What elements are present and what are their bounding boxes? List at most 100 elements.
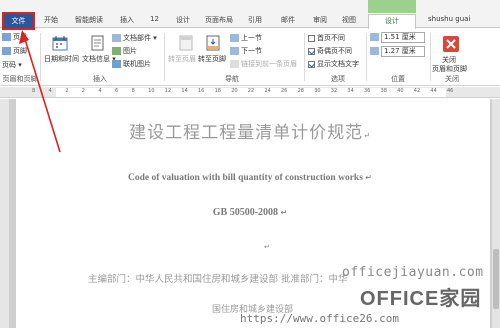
tab-12[interactable]: 12 xyxy=(150,15,159,28)
ribbon-tab-bar: 文件 开始 智能朗读 插入 12 设计 页面布局 引用 邮件 审阅 视图 设计 … xyxy=(0,0,500,29)
previous-section-label: 上一节 xyxy=(241,34,262,42)
ruler-number: 4 xyxy=(48,88,52,94)
group-close-label: 关闭 xyxy=(445,75,459,83)
group-header-footer-label: 页眉和页脚 xyxy=(2,75,38,83)
scroll-thumb[interactable] xyxy=(493,249,499,309)
different-odd-even-checkbox[interactable]: 奇偶页不同 xyxy=(308,46,352,56)
previous-section-button[interactable]: 上一节 xyxy=(230,33,262,43)
group-navigation-label: 导航 xyxy=(225,75,239,83)
header-footer-tools-band xyxy=(368,0,416,13)
group-options-label: 选项 xyxy=(331,75,345,83)
horizontal-ruler[interactable]: 8 4 2 2 4 6 8 10 12 14 16 18 20 22 24 26 28 30 32 34 36 38 40 4… xyxy=(0,87,500,98)
ruler-number: 18 xyxy=(214,88,221,94)
ruler-number: 44 xyxy=(430,88,437,94)
ruler-number: 28 xyxy=(297,88,304,94)
document-title-chinese[interactable]: 建设工程工程量清单计价规范↵ xyxy=(0,118,500,143)
ribbon-separator xyxy=(40,33,41,81)
ruler-number: 30 xyxy=(314,88,321,94)
ribbon-separator xyxy=(304,33,305,81)
group-position-label: 位置 xyxy=(391,75,405,83)
different-first-page-label: 首页不同 xyxy=(317,34,345,42)
checkbox-box xyxy=(308,34,315,42)
goto-footer-button[interactable]: 转至页脚 xyxy=(198,54,226,64)
ruler-number: 42 xyxy=(413,88,421,94)
different-odd-even-label: 奇偶页不同 xyxy=(317,47,352,55)
editing-department-line[interactable]: 主编部门：中华人民共和国住房和城乡建设部 批准部门：中华 xyxy=(88,271,348,285)
footer-position-spinner[interactable]: 1.27 厘米 xyxy=(381,46,425,57)
document-parts-button[interactable]: 文档部件 ▾ xyxy=(112,33,157,43)
ruler-number: 22 xyxy=(247,88,255,94)
watermark-brand: OFFICE家园 xyxy=(360,288,482,310)
ruler-number: 8 xyxy=(131,88,135,94)
calendar-icon xyxy=(52,35,68,51)
ruler-number: 38 xyxy=(380,88,387,94)
user-account[interactable]: shushu guai xyxy=(428,15,470,28)
ribbon-separator xyxy=(164,33,165,81)
footer-button[interactable]: 页脚 xyxy=(2,46,27,56)
watermark-url: officejiayuan.com xyxy=(342,265,484,280)
tab-page-layout[interactable]: 页面布局 xyxy=(205,15,233,28)
ruler-number: 34 xyxy=(347,88,354,94)
ruler-number: 6 xyxy=(115,88,119,94)
document-info-label: 文档信息 xyxy=(82,55,110,63)
tab-review[interactable]: 审阅 xyxy=(313,15,327,28)
goto-header-icon xyxy=(178,35,194,51)
tab-insert[interactable]: 插入 xyxy=(120,15,134,28)
header-button[interactable]: 页眉 xyxy=(2,32,27,42)
ruler-number: 14 xyxy=(181,88,188,94)
previous-section-icon xyxy=(230,34,239,42)
document-parts-icon xyxy=(112,34,121,42)
standard-number[interactable]: GB 50500-2008 ↵ xyxy=(0,207,500,218)
next-section-icon xyxy=(230,47,239,55)
header-position-spinner[interactable]: 1.51 厘米 xyxy=(381,32,425,43)
close-label-1: 关闭 xyxy=(442,56,456,64)
link-to-previous-label: 链接到前一条页眉 xyxy=(241,60,297,68)
checkbox-box xyxy=(308,47,315,55)
ruler-number: 16 xyxy=(198,88,205,94)
ruler-number: 26 xyxy=(281,88,288,94)
close-header-footer-label: 页眉和页脚 xyxy=(432,65,467,73)
next-section-button[interactable]: 下一节 xyxy=(230,46,262,56)
close-icon xyxy=(443,36,459,52)
picture-icon xyxy=(112,47,121,55)
tab-home[interactable]: 开始 xyxy=(44,15,58,28)
online-picture-label: 联机图片 xyxy=(123,60,151,68)
footer-label: 页脚 xyxy=(13,47,27,55)
ruler-number: 36 xyxy=(364,88,371,94)
ruler-number: 2 xyxy=(81,88,85,94)
header-from-top-icon xyxy=(370,33,381,41)
ruler-number: 32 xyxy=(330,88,338,94)
link-icon xyxy=(230,60,239,68)
tab-references[interactable]: 引用 xyxy=(248,15,262,28)
picture-label: 图片 xyxy=(123,47,137,55)
ruler-number: 24 xyxy=(264,88,271,94)
checkbox-box xyxy=(308,60,315,68)
ribbon-separator xyxy=(430,33,431,81)
tab-mailings[interactable]: 邮件 xyxy=(281,15,295,28)
link-to-previous-button[interactable]: 链接到前一条页眉 xyxy=(230,59,297,69)
show-document-text-checkbox[interactable]: 显示文档文字 xyxy=(308,59,359,69)
ruler-number: 12 xyxy=(164,88,172,94)
footer-from-bottom-icon xyxy=(370,47,381,55)
watermark-url-2: https://www.office26.com xyxy=(240,312,399,325)
document-parts-label: 文档部件 xyxy=(123,34,151,42)
datetime-button[interactable]: 日期和时间 xyxy=(44,54,79,64)
goto-header-button[interactable]: 转至页眉 xyxy=(168,54,196,64)
online-picture-button[interactable]: 联机图片 xyxy=(112,59,151,69)
tab-view[interactable]: 视图 xyxy=(342,15,356,28)
document-info-button[interactable]: 文档信息 ▾ xyxy=(82,54,116,64)
tab-smart-reading[interactable]: 智能朗读 xyxy=(75,15,103,28)
tab-design[interactable]: 设计 xyxy=(176,15,190,28)
header-label: 页眉 xyxy=(13,33,27,41)
different-first-page-checkbox[interactable]: 首页不同 xyxy=(308,33,345,43)
empty-paragraph-mark[interactable]: ↵ xyxy=(264,243,270,251)
tab-header-footer-design[interactable]: 设计 xyxy=(368,14,416,29)
document-title-english[interactable]: Code of valuation with bill quantity of … xyxy=(0,173,500,183)
ruler-number: 20 xyxy=(231,88,238,94)
ribbon-separator xyxy=(366,33,367,81)
page-number-label: 页码 xyxy=(2,61,16,69)
ruler-number: 10 xyxy=(148,88,155,94)
picture-button[interactable]: 图片 xyxy=(112,46,137,56)
page-number-button[interactable]: 页码 ▾ xyxy=(2,60,22,70)
header-icon xyxy=(2,33,11,41)
